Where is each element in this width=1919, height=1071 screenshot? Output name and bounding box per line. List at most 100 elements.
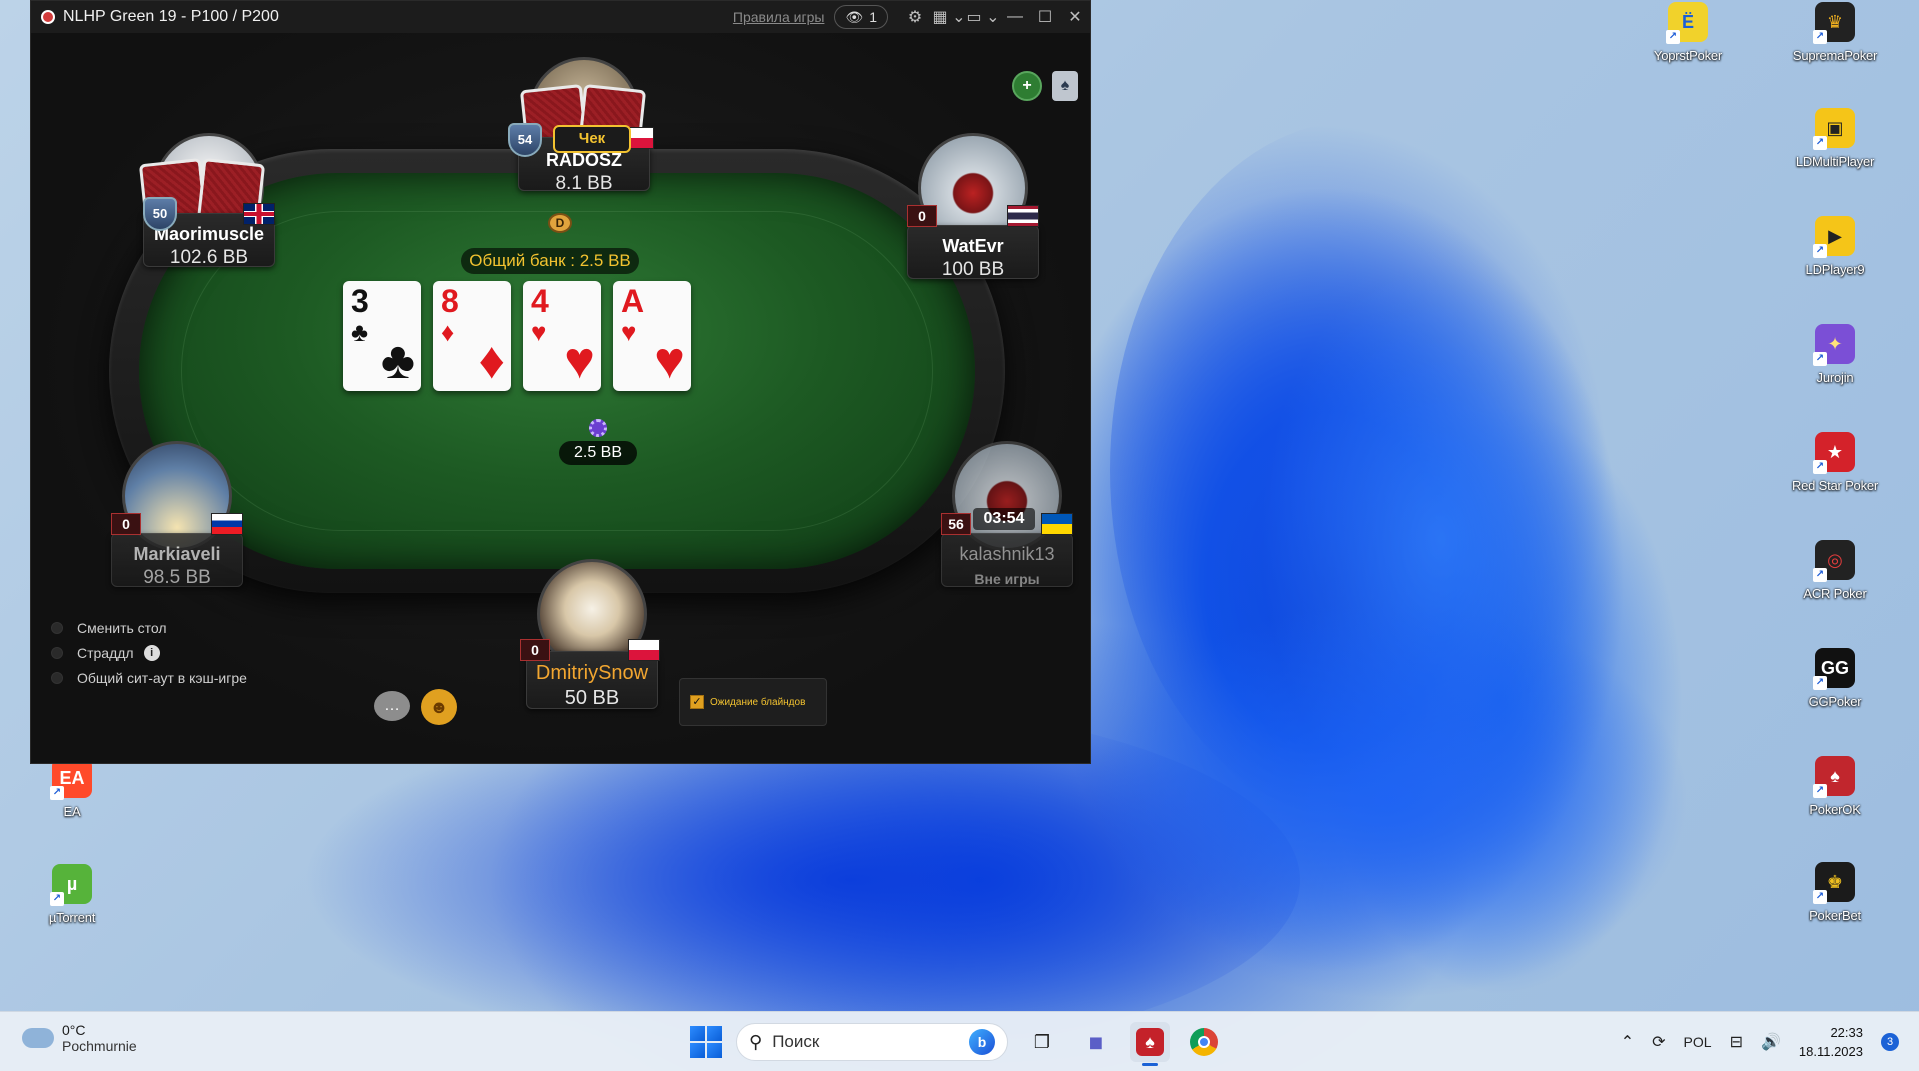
board-card: 8 ♦ ♦ bbox=[433, 281, 511, 391]
player-nameplate: Markiaveli 98.5 BB bbox=[111, 533, 243, 588]
hearts-suit-icon: ♥ bbox=[621, 317, 637, 347]
radio-icon bbox=[51, 671, 63, 684]
level-badge: 56 bbox=[941, 513, 971, 535]
diamonds-suit-icon: ♦ bbox=[478, 332, 505, 390]
option-label: Сменить стол bbox=[77, 619, 167, 636]
hearts-suit-icon: ♥ bbox=[654, 332, 685, 390]
diamonds-suit-icon: ♦ bbox=[441, 317, 455, 347]
network-icon[interactable]: ⊟ bbox=[1730, 1032, 1743, 1052]
sync-icon[interactable]: ⟳ bbox=[1652, 1032, 1665, 1052]
desktop-icon-pokerok[interactable]: ♠ ↗ PokerOK bbox=[1787, 756, 1883, 817]
desktop-icon-ldplayer9[interactable]: ▶ ↗ LDPlayer9 bbox=[1787, 216, 1883, 277]
bet-amount: 2.5 BB bbox=[559, 441, 637, 465]
player-stack: 102.6 BB bbox=[169, 247, 249, 268]
player-nameplate: kalashnik13 Вне игры bbox=[941, 533, 1073, 587]
ldmultiplayer-icon: ▣ ↗ bbox=[1813, 108, 1855, 150]
table-options: Сменить стол Страддл i Общий сит-аут в к… bbox=[51, 615, 247, 690]
level-badge: 0 bbox=[907, 205, 937, 227]
seat-maorimuscle[interactable]: Maorimuscle 102.6 BB 50 bbox=[138, 133, 279, 268]
radio-icon bbox=[51, 646, 63, 659]
add-table-icon[interactable]: + bbox=[1012, 71, 1042, 101]
watchers-count: 1 bbox=[869, 9, 877, 25]
search-placeholder: Поиск bbox=[772, 1032, 820, 1051]
change-table-option[interactable]: Сменить стол bbox=[51, 615, 247, 640]
volume-icon[interactable]: 🔊 bbox=[1761, 1032, 1781, 1052]
table-view-icon[interactable]: ▭ ⌄ bbox=[966, 3, 1000, 31]
ggpoker-icon: GG ↗ bbox=[1813, 648, 1855, 690]
level-badge: 0 bbox=[520, 639, 550, 661]
taskbar: 0°C Pochmurnie ⚲ Поиск b ❐ ◼ ♠ ⌃ ⟳ POL ⊟… bbox=[0, 1011, 1919, 1071]
straddle-option[interactable]: Страддл i bbox=[51, 640, 247, 665]
desktop-icon-utorrent[interactable]: µ ↗ µTorrent bbox=[24, 864, 120, 925]
start-windows-icon[interactable] bbox=[690, 1026, 722, 1058]
player-nameplate: WatEvr 100 BB bbox=[907, 225, 1039, 280]
window-titlebar[interactable]: NLHP Green 19 - P100 / P200 Правила игры… bbox=[31, 1, 1090, 33]
system-tray: ⌃ ⟳ POL ⊟ 🔊 22:33 18.11.2023 3 bbox=[1621, 1012, 1919, 1071]
watchers-button[interactable]: 👁 1 bbox=[834, 5, 888, 29]
desktop-icon-acrpoker[interactable]: ◎ ↗ ACR Poker bbox=[1787, 540, 1883, 601]
seat-markiaveli[interactable]: Markiaveli 98.5 BB 0 bbox=[107, 441, 247, 588]
info-icon[interactable]: i bbox=[143, 644, 160, 661]
bing-icon[interactable]: b bbox=[969, 1029, 995, 1055]
desktop-icon-pokerbet[interactable]: ♚ ↗ PokerBet bbox=[1787, 862, 1883, 923]
taskbar-apps: ⚲ Поиск b ❐ ◼ ♠ bbox=[690, 1022, 1224, 1066]
desktop-icon-supremapoker[interactable]: ♛ ↗ SupremaPoker bbox=[1787, 2, 1883, 63]
chrome-logo bbox=[1190, 1028, 1218, 1056]
clubs-suit-icon: ♣ bbox=[380, 332, 415, 390]
card-rank: 3 bbox=[351, 283, 369, 319]
utorrent-icon: µ ↗ bbox=[50, 864, 92, 906]
poker-table-window: NLHP Green 19 - P100 / P200 Правила игры… bbox=[30, 0, 1091, 764]
sitout-option[interactable]: Общий сит-аут в кэш-игре bbox=[51, 665, 247, 690]
emoji-icon[interactable]: ☻ bbox=[421, 689, 457, 725]
uk-flag-icon bbox=[243, 203, 275, 225]
settings-gear-icon[interactable]: ⚙ bbox=[898, 3, 932, 31]
task-view-icon[interactable]: ❐ bbox=[1022, 1022, 1062, 1062]
desktop-icon-ggpoker[interactable]: GG ↗ GGPoker bbox=[1787, 648, 1883, 709]
checkbox-checked-icon: ✓ bbox=[690, 695, 704, 709]
ea-icon: EA ↗ bbox=[50, 758, 92, 800]
temperature: 0°C bbox=[62, 1022, 86, 1038]
active-indicator bbox=[1142, 1063, 1158, 1066]
game-rules-link[interactable]: Правила игры bbox=[733, 9, 825, 25]
seat-watevr[interactable]: WatEvr 100 BB 0 bbox=[903, 133, 1043, 280]
hand-history-icon[interactable]: ♠ bbox=[1052, 71, 1078, 101]
window-title: NLHP Green 19 - P100 / P200 bbox=[63, 8, 279, 25]
acrpoker-icon: ◎ ↗ bbox=[1813, 540, 1855, 582]
desktop-icon-redstarpoker[interactable]: ★ ↗ Red Star Poker bbox=[1787, 432, 1883, 493]
thailand-flag-icon bbox=[1007, 205, 1039, 227]
weather-widget[interactable]: 0°C Pochmurnie bbox=[22, 1022, 137, 1054]
wait-for-blinds-checkbox[interactable]: ✓ Ожидание блайндов bbox=[679, 678, 827, 726]
chat-bubble-icon[interactable]: … bbox=[374, 691, 410, 721]
layout-grid-icon[interactable]: ▦ ⌄ bbox=[932, 3, 966, 31]
board-card: A ♥ ♥ bbox=[613, 281, 691, 391]
chevron-up-icon[interactable]: ⌃ bbox=[1621, 1032, 1634, 1052]
player-status: Вне игры bbox=[974, 571, 1040, 587]
desktop-icon-yoprstpoker[interactable]: Ё ↗ YoprstPoker bbox=[1640, 2, 1736, 63]
poker-client-taskbar-icon[interactable]: ♠ bbox=[1130, 1022, 1170, 1066]
desktop-icon-jurojin[interactable]: ✦ ↗ Jurojin bbox=[1787, 324, 1883, 385]
player-stack: 8.1 BB bbox=[555, 173, 613, 194]
desktop-icon-ea[interactable]: EA ↗ EA bbox=[24, 758, 120, 819]
seat-dmitriysnow[interactable]: DmitriySnow 50 BB 0 bbox=[520, 559, 662, 709]
jurojin-icon: ✦ ↗ bbox=[1813, 324, 1855, 366]
pokerbet-icon: ♚ ↗ bbox=[1813, 862, 1855, 904]
taskbar-search[interactable]: ⚲ Поиск b bbox=[736, 1023, 1008, 1061]
clock-date: 18.11.2023 bbox=[1798, 1044, 1863, 1059]
minimize-icon[interactable]: — bbox=[1000, 3, 1030, 31]
player-stack: 100 BB bbox=[941, 259, 1005, 280]
total-pot: Общий банк : 2.5 BB bbox=[461, 248, 639, 274]
player-name: WatEvr bbox=[942, 236, 1004, 256]
clock[interactable]: 22:33 18.11.2023 bbox=[1799, 1023, 1863, 1061]
maximize-icon[interactable]: ☐ bbox=[1030, 3, 1060, 31]
player-stack: 98.5 BB bbox=[143, 567, 211, 588]
board-card: 4 ♥ ♥ bbox=[523, 281, 601, 391]
desktop-icon-ldmultiplayer[interactable]: ▣ ↗ LDMultiPlayer bbox=[1787, 108, 1883, 169]
seat-radosz[interactable]: RADOSZ 8.1 BB 54 bbox=[508, 57, 654, 194]
close-icon[interactable]: ✕ bbox=[1060, 3, 1090, 31]
radio-icon bbox=[51, 621, 63, 634]
pokerok-icon: ♠ ↗ bbox=[1813, 756, 1855, 798]
chrome-icon[interactable] bbox=[1184, 1022, 1224, 1062]
language-indicator[interactable]: POL bbox=[1684, 1034, 1712, 1050]
teams-chat-icon[interactable]: ◼ bbox=[1076, 1022, 1116, 1062]
notification-badge[interactable]: 3 bbox=[1881, 1033, 1899, 1051]
